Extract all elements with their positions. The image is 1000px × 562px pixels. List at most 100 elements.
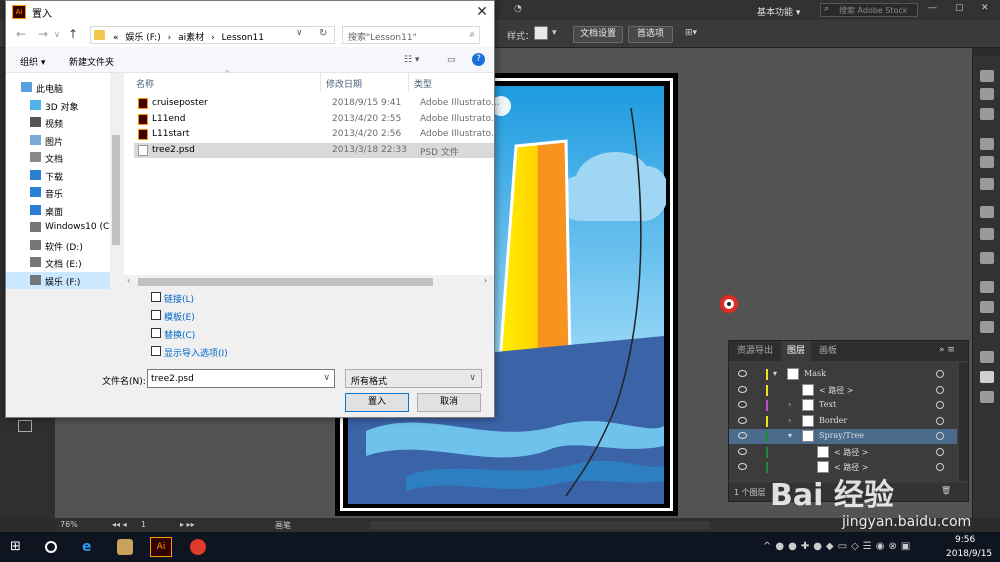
- tree-item[interactable]: 此电脑: [6, 79, 110, 96]
- preview-pane-icon[interactable]: ▭: [447, 55, 456, 65]
- taskbar-clock-time[interactable]: 9:56: [955, 535, 975, 545]
- checkbox[interactable]: [151, 310, 161, 320]
- gradient-panel-icon[interactable]: [980, 88, 994, 100]
- new-folder-button[interactable]: 新建文件夹: [69, 55, 114, 68]
- help-icon[interactable]: ?: [472, 53, 485, 66]
- tree-item[interactable]: 视频: [6, 114, 110, 131]
- workspace-switcher[interactable]: 基本功能 ▾: [757, 5, 800, 18]
- file-row[interactable]: L11end 2013/4/20 2:55 Adobe Illustrato...: [134, 112, 500, 127]
- tree-item[interactable]: Windows10 (C:: [6, 219, 112, 236]
- column-header-type[interactable]: 类型: [414, 77, 432, 90]
- appearance-panel-icon[interactable]: [980, 108, 994, 120]
- transparency-panel-icon[interactable]: [980, 281, 994, 293]
- layers-scrollbar[interactable]: [959, 363, 968, 481]
- path-segment-folder[interactable]: ai素材: [178, 33, 204, 43]
- target-circle-icon[interactable]: [936, 463, 944, 471]
- artboard-nav-next[interactable]: ▸ ▸▸: [180, 520, 195, 529]
- organize-button[interactable]: 组织 ▾: [20, 55, 45, 68]
- tree-item[interactable]: 图片: [6, 132, 110, 149]
- up-arrow-icon[interactable]: ↑: [68, 27, 78, 41]
- search-input[interactable]: 搜索"Lesson11" ⌕: [342, 26, 480, 44]
- file-list-hscrollbar[interactable]: ‹ ›: [124, 275, 494, 289]
- expand-arrow-icon[interactable]: ▾: [788, 431, 792, 440]
- back-arrow-icon[interactable]: ←: [16, 27, 26, 41]
- file-row[interactable]: cruiseposter 2018/9/15 9:41 Adobe Illustra…: [134, 96, 500, 111]
- visibility-eye-icon[interactable]: [738, 463, 747, 470]
- windows-start-icon[interactable]: ⊞: [10, 539, 26, 555]
- layer-row[interactable]: › Text: [729, 398, 957, 413]
- stroke-panel-icon[interactable]: [980, 252, 994, 264]
- taskbar-clock-date[interactable]: 2018/9/15: [946, 549, 992, 559]
- document-setup-button[interactable]: 文档设置: [573, 26, 623, 43]
- screen-mode-icon[interactable]: [18, 420, 32, 432]
- maximize-window-button[interactable]: ▢: [955, 3, 964, 13]
- layer-row[interactable]: < 路径 >: [729, 445, 957, 460]
- place-button[interactable]: 置入: [345, 393, 409, 412]
- target-circle-icon[interactable]: [936, 370, 944, 378]
- symbols-panel-icon[interactable]: [980, 178, 994, 190]
- preferences-button[interactable]: 首选项: [628, 26, 673, 43]
- checkbox[interactable]: [151, 292, 161, 302]
- horizontal-scrollbar[interactable]: [370, 521, 710, 529]
- recent-dropdown-icon[interactable]: ∨: [54, 30, 60, 39]
- expand-arrow-icon[interactable]: ▾: [773, 369, 777, 378]
- path-overflow[interactable]: «: [113, 33, 119, 43]
- file-row[interactable]: tree2.psd 2013/3/18 22:33 PSD 文件: [134, 142, 494, 158]
- filetype-select[interactable]: 所有格式 ∨: [345, 369, 482, 388]
- minimize-window-button[interactable]: —: [928, 3, 937, 13]
- collapse-arrow-icon[interactable]: ›: [788, 400, 791, 409]
- tree-item[interactable]: 文档: [6, 149, 110, 166]
- panel-menu-icon[interactable]: » ≡: [939, 345, 955, 355]
- tab-asset-export[interactable]: 资源导出: [731, 341, 779, 361]
- address-dropdown-icon[interactable]: ∨: [296, 28, 303, 38]
- brushes-panel-icon[interactable]: [980, 156, 994, 168]
- column-header-date[interactable]: 修改日期: [326, 77, 362, 90]
- column-divider[interactable]: [408, 73, 409, 91]
- qq-icon[interactable]: [190, 539, 206, 555]
- target-circle-icon[interactable]: [936, 447, 944, 456]
- style-swatch[interactable]: [534, 26, 548, 40]
- visibility-eye-icon[interactable]: [738, 432, 747, 439]
- export-panel-icon[interactable]: [980, 351, 994, 363]
- view-options-icon[interactable]: ☷ ▾: [404, 55, 419, 65]
- tree-item[interactable]: 软件 (D:): [6, 237, 110, 254]
- tree-item[interactable]: 文档 (E:): [6, 254, 110, 271]
- color-panel-icon[interactable]: [980, 70, 994, 82]
- swatches-panel-icon[interactable]: [980, 228, 994, 240]
- refresh-icon[interactable]: ↻: [319, 28, 327, 39]
- checkbox[interactable]: [151, 328, 161, 338]
- scroll-right-icon[interactable]: ›: [484, 276, 487, 285]
- graphic-styles-icon[interactable]: [980, 206, 994, 218]
- stock-search-input[interactable]: ⌕ 搜索 Adobe Stock: [820, 3, 918, 17]
- arrange-icon[interactable]: ⊞▾: [685, 28, 697, 38]
- effects-panel-icon[interactable]: [980, 301, 994, 313]
- illustrator-taskbar-icon[interactable]: Ai: [150, 537, 172, 557]
- tab-layers[interactable]: 图层: [781, 341, 812, 361]
- hscroll-thumb[interactable]: [138, 278, 433, 286]
- zoom-level[interactable]: 76%: [60, 520, 78, 529]
- tray-icons[interactable]: ^●●✚●◆▭◇☰◉⊗▣: [763, 541, 914, 552]
- paint-app-icon[interactable]: [117, 539, 133, 555]
- tree-scroll-thumb[interactable]: [112, 135, 120, 245]
- column-header-name[interactable]: 名称: [136, 77, 154, 90]
- path-segment-drive[interactable]: 娱乐 (F:): [125, 33, 160, 43]
- style-dropdown-icon[interactable]: ▾: [552, 28, 557, 38]
- tab-artboards[interactable]: 画板: [813, 341, 843, 361]
- artboard-number[interactable]: 1: [141, 520, 146, 529]
- cancel-button[interactable]: 取消: [417, 393, 481, 412]
- tree-item[interactable]: 桌面: [6, 202, 110, 219]
- sync-icon[interactable]: ◔: [514, 4, 522, 14]
- scroll-left-icon[interactable]: ‹: [127, 276, 130, 285]
- layer-row[interactable]: ▾ Spray/Tree: [729, 429, 957, 444]
- forward-arrow-icon[interactable]: →: [38, 27, 48, 41]
- visibility-eye-icon[interactable]: [738, 370, 747, 377]
- artboards-panel-icon[interactable]: [980, 391, 994, 403]
- artboard-nav-prev[interactable]: ◂◂ ◂: [112, 520, 127, 529]
- cortana-icon[interactable]: [45, 541, 57, 553]
- layer-row[interactable]: › Border: [729, 414, 957, 429]
- tree-scrollbar[interactable]: [110, 73, 122, 289]
- links-panel-icon[interactable]: [980, 321, 994, 333]
- tree-item[interactable]: 娱乐 (F:): [6, 271, 110, 289]
- align-panel-icon[interactable]: [980, 138, 994, 150]
- target-circle-icon[interactable]: [936, 401, 944, 409]
